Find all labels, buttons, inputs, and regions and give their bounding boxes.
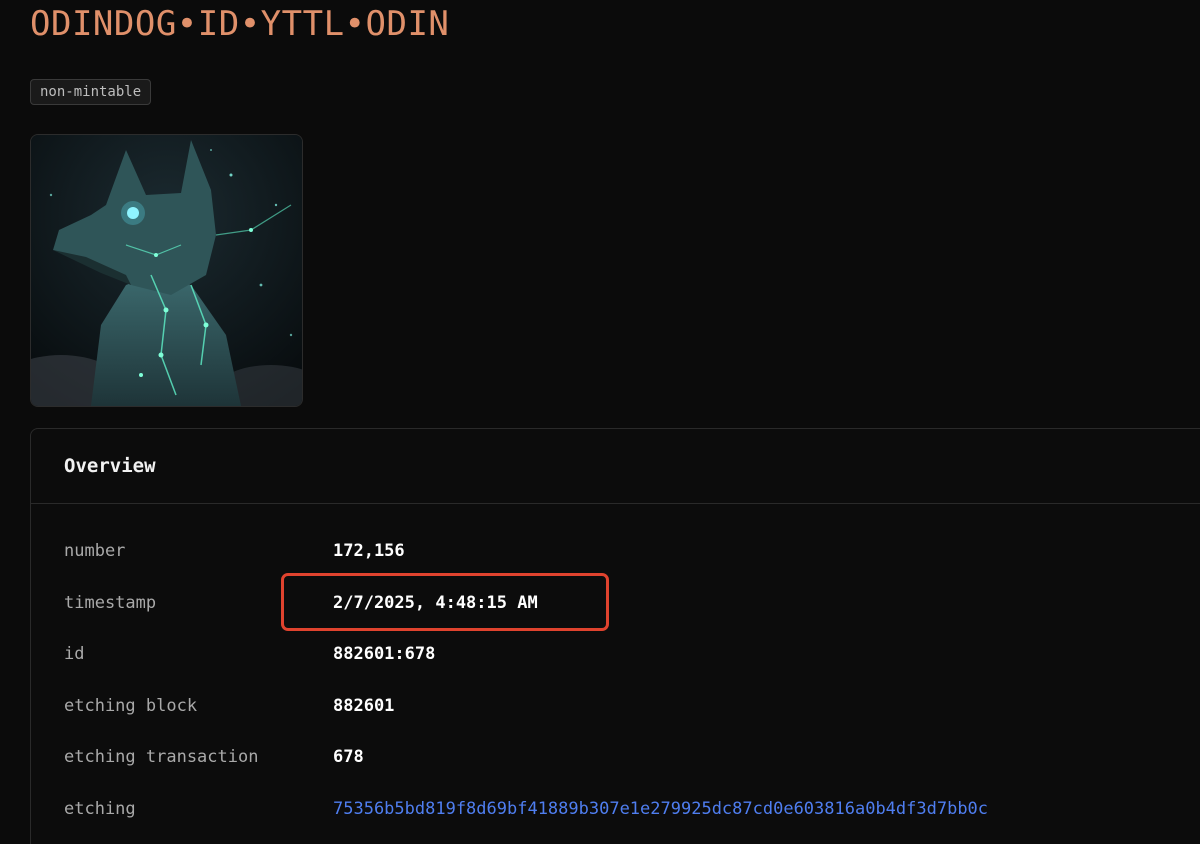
row-label: number	[64, 541, 126, 561]
row-value: 882601	[333, 696, 395, 716]
overview-title: Overview	[31, 429, 1200, 504]
row-value: 172,156	[333, 541, 405, 561]
rune-page: ODINDOG•ID•YTTL•ODIN non-mintable Overvi…	[0, 0, 1200, 844]
row-value: 678	[333, 747, 364, 767]
row-label: etching transaction	[64, 747, 259, 767]
row-label: etching block	[64, 696, 198, 716]
row-value: 2/7/2025, 4:48:15 AM	[333, 593, 538, 613]
row-label: timestamp	[64, 593, 157, 613]
row-label: id	[64, 644, 85, 664]
mintable-status-badge: non-mintable	[30, 79, 152, 105]
rune-title: ODINDOG•ID•YTTL•ODIN	[30, 4, 450, 44]
wolf-artwork	[31, 135, 302, 406]
row-label: etching	[64, 799, 136, 819]
etching-tx-link[interactable]: 75356b5bd819f8d69bf41889b307e1e279925dc8…	[333, 797, 988, 821]
overview-card: Overview number 172,156 timestamp 2/7/20…	[30, 428, 1200, 844]
rune-image	[30, 134, 303, 407]
row-value: 882601:678	[333, 644, 436, 664]
